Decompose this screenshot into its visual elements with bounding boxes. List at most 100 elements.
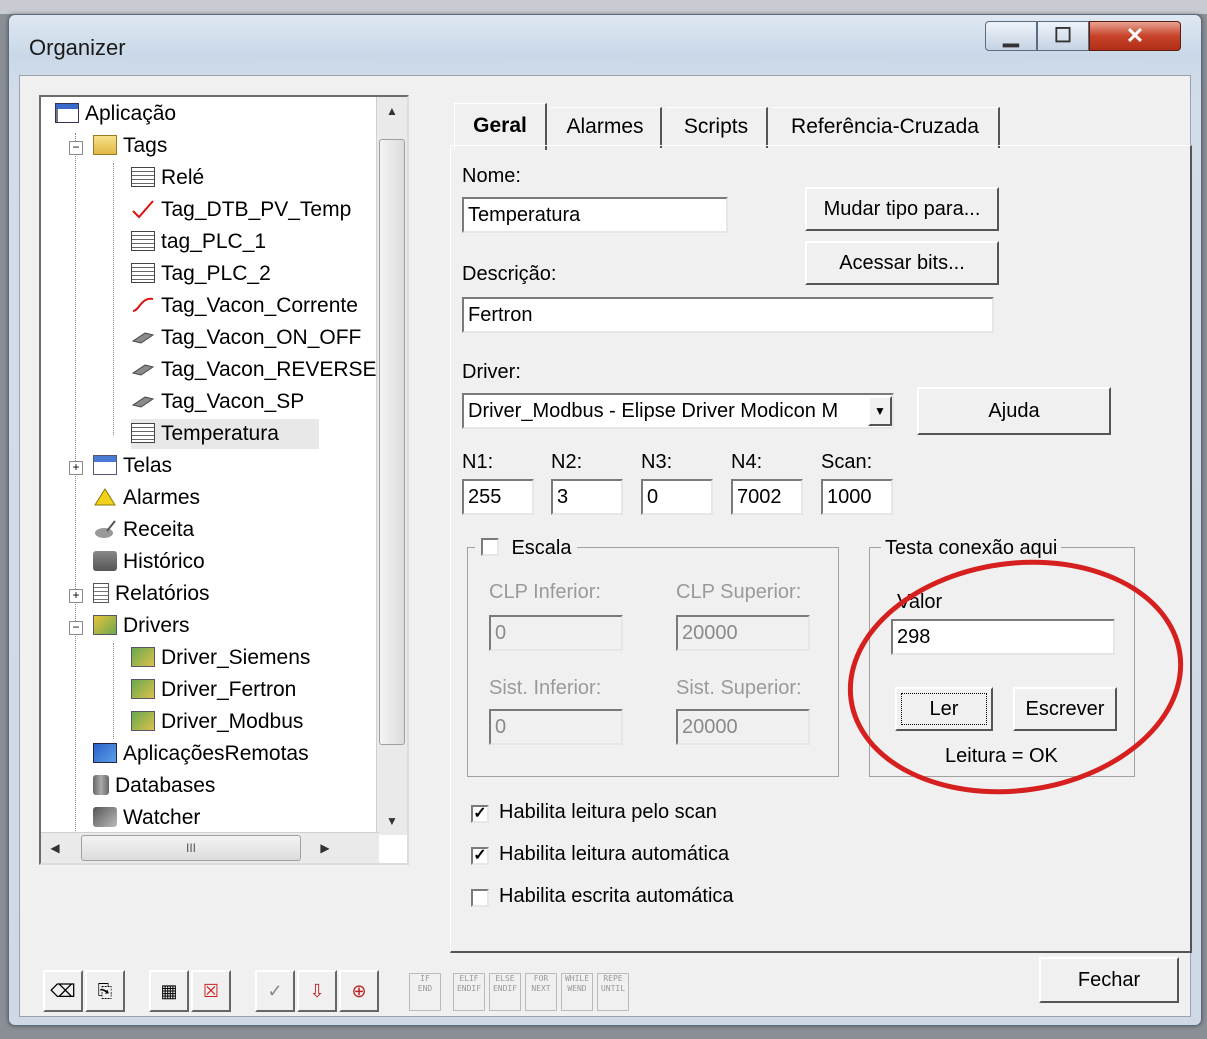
n4-input[interactable]: 7002: [731, 479, 803, 515]
scan-input[interactable]: 1000: [821, 479, 893, 515]
tree-item-databases[interactable]: Databases: [93, 771, 215, 801]
escala-checkbox[interactable]: [481, 538, 499, 556]
driver-select[interactable]: Driver_Modbus - Elipse Driver Modicon M: [462, 393, 894, 429]
elif-script-button[interactable]: ELIF ENDIF: [453, 973, 485, 1011]
tree-item-receita[interactable]: Receita: [93, 515, 194, 545]
tree-item-tag-vacon-sp[interactable]: Tag_Vacon_SP: [131, 387, 304, 417]
horizontal-scroll-thumb[interactable]: III: [81, 835, 301, 861]
dropdown-arrow-icon[interactable]: ▼: [868, 396, 892, 426]
n1-input[interactable]: 255: [462, 479, 534, 515]
tree-item-driver-modbus[interactable]: Driver_Modbus: [131, 707, 303, 737]
descricao-input[interactable]: Fertron: [462, 297, 994, 333]
columns-button[interactable]: ▦: [149, 970, 189, 1012]
database-icon: [93, 775, 109, 795]
tab-scripts[interactable]: Scripts: [666, 107, 768, 148]
tree-item-label: Watcher: [123, 806, 201, 829]
tree-item-tags[interactable]: Tags: [93, 131, 167, 161]
drivers-icon: [93, 615, 117, 635]
tree-item-tag-plc-2[interactable]: Tag_PLC_2: [131, 259, 271, 289]
minimize-icon: ▁: [1003, 25, 1019, 47]
tree-item-temperatura[interactable]: Temperatura: [131, 419, 319, 449]
while-wend-script-button[interactable]: WHILE WEND: [561, 973, 593, 1011]
driver-icon: [131, 711, 155, 731]
clp-inferior-input[interactable]: 0: [489, 615, 623, 651]
application-tree[interactable]: Aplicação − Tags Relé Tag_DTB_PV_Temp ta…: [39, 95, 409, 865]
sist-superior-input[interactable]: 20000: [676, 709, 810, 745]
scroll-down-icon[interactable]: ▼: [378, 807, 406, 835]
tree-item-watcher[interactable]: Watcher: [93, 803, 200, 833]
check-list-button[interactable]: ✓: [255, 970, 295, 1012]
habilita-escrita-automatica-checkbox[interactable]: [471, 889, 489, 907]
window-title: Organizer: [29, 35, 126, 60]
tab-alarmes[interactable]: Alarmes: [550, 107, 662, 148]
ajuda-button[interactable]: Ajuda: [917, 387, 1111, 435]
import-button[interactable]: ⇩: [297, 970, 337, 1012]
tree-item-historico[interactable]: Histórico: [93, 547, 205, 577]
tree-item-drivers[interactable]: Drivers: [93, 611, 190, 641]
mudar-tipo-button[interactable]: Mudar tipo para...: [805, 187, 999, 231]
tag-icon: [131, 423, 155, 443]
scroll-left-icon[interactable]: ◀: [41, 834, 69, 862]
tree-item-aplicacoes-remotas[interactable]: AplicaçõesRemotas: [93, 739, 309, 769]
tag-block-icon: [131, 358, 155, 378]
tree-item-alarmes[interactable]: Alarmes: [93, 483, 200, 513]
for-next-script-button[interactable]: FOR NEXT: [525, 973, 557, 1011]
n2-label: N2:: [551, 451, 583, 473]
tree-item-aplicacao[interactable]: Aplicação: [55, 99, 176, 129]
tree-vertical-scrollbar[interactable]: ▲ ▼: [376, 97, 407, 835]
until-keyword: UNTIL: [600, 984, 626, 993]
expand-icon[interactable]: +: [69, 461, 83, 475]
sist-inferior-input[interactable]: 0: [489, 709, 623, 745]
tree-item-tag-dtb[interactable]: Tag_DTB_PV_Temp: [131, 195, 351, 225]
copy-button[interactable]: ⎘: [85, 970, 125, 1012]
acessar-bits-button[interactable]: Acessar bits...: [805, 241, 999, 285]
fechar-button[interactable]: Fechar: [1039, 957, 1179, 1003]
driver-icon: [131, 647, 155, 667]
organizer-window: Organizer ▁ ☐ ✕ Aplicação − Tags Relé Ta…: [8, 14, 1202, 1026]
if-end-script-button[interactable]: IF END: [409, 973, 441, 1011]
tree-item-tag-plc-1[interactable]: tag_PLC_1: [131, 227, 266, 257]
tab-geral[interactable]: Geral: [454, 103, 547, 150]
repeat-until-script-button[interactable]: REPE UNTIL: [597, 973, 629, 1011]
tree-item-label: Tag_Vacon_ON_OFF: [161, 326, 362, 349]
tree-horizontal-scrollbar[interactable]: ◀ III ▶: [41, 832, 379, 863]
network-button[interactable]: ⊕: [339, 970, 379, 1012]
vertical-scroll-thumb[interactable]: [379, 139, 405, 745]
nome-input[interactable]: Temperatura: [462, 197, 728, 233]
n3-input[interactable]: 0: [641, 479, 713, 515]
collapse-icon[interactable]: −: [69, 621, 83, 635]
tree-item-tag-vacon-on-off[interactable]: Tag_Vacon_ON_OFF: [131, 323, 361, 353]
else-script-button[interactable]: ELSE ENDIF: [489, 973, 521, 1011]
tree-item-label: Telas: [123, 454, 173, 477]
tree-item-label: tag_PLC_1: [161, 230, 267, 253]
habilita-leitura-scan-checkbox[interactable]: ✓: [471, 805, 489, 823]
collapse-icon[interactable]: −: [69, 141, 83, 155]
reports-icon: [93, 583, 109, 603]
expand-icon[interactable]: +: [69, 589, 83, 603]
tree-item-tag-vacon-reverse[interactable]: Tag_Vacon_REVERSE: [131, 355, 377, 385]
tree-item-label: Driver_Modbus: [161, 710, 304, 733]
maximize-button[interactable]: ☐: [1037, 21, 1089, 51]
tag-icon: [131, 167, 155, 187]
tree-item-driver-siemens[interactable]: Driver_Siemens: [131, 643, 310, 673]
scroll-right-icon[interactable]: ▶: [311, 834, 339, 862]
close-button[interactable]: ✕: [1089, 21, 1181, 51]
habilita-leitura-automatica-checkbox[interactable]: ✓: [471, 847, 489, 865]
eraser-button[interactable]: ⌫: [43, 970, 83, 1012]
else-keyword: ELSE: [495, 974, 515, 983]
n2-input[interactable]: 3: [551, 479, 623, 515]
application-icon: [55, 103, 79, 123]
tree-item-tag-vacon-corrente[interactable]: Tag_Vacon_Corrente: [131, 291, 358, 321]
delete-table-button[interactable]: ☒: [191, 970, 231, 1012]
tree-item-telas[interactable]: Telas: [93, 451, 172, 481]
scroll-up-icon[interactable]: ▲: [378, 97, 406, 125]
tree-item-relatorios[interactable]: Relatórios: [93, 579, 210, 609]
maximize-icon: ☐: [1054, 25, 1072, 47]
tree-line: [113, 643, 114, 739]
minimize-button[interactable]: ▁: [985, 21, 1037, 51]
tree-item-driver-fertron[interactable]: Driver_Fertron: [131, 675, 296, 705]
tab-referencia-cruzada[interactable]: Referência-Cruzada: [772, 107, 1000, 148]
n3-label: N3:: [641, 451, 673, 473]
tree-item-rele[interactable]: Relé: [131, 163, 204, 193]
clp-superior-input[interactable]: 20000: [676, 615, 810, 651]
